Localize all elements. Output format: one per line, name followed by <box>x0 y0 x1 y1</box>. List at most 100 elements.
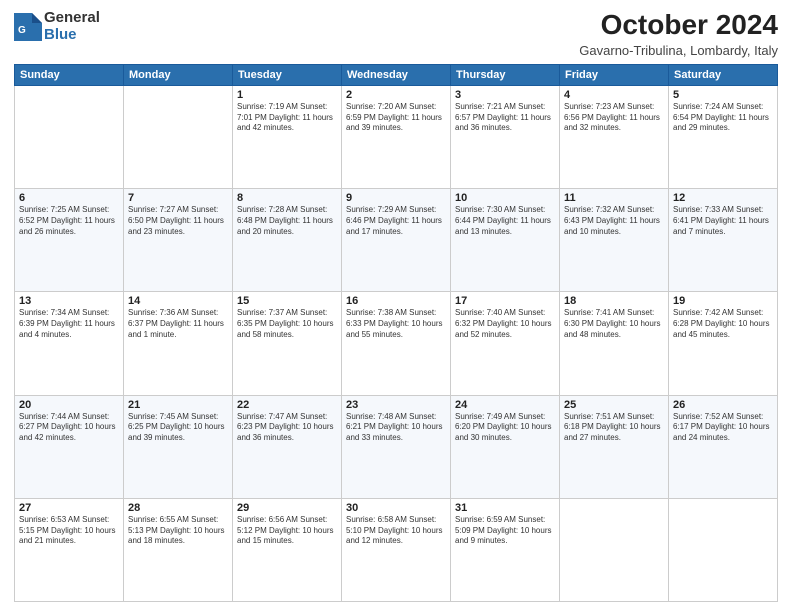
calendar-table: Sunday Monday Tuesday Wednesday Thursday… <box>14 64 778 602</box>
day-number: 3 <box>455 89 555 101</box>
table-cell: 27Sunrise: 6:53 AM Sunset: 5:15 PM Dayli… <box>15 498 124 601</box>
logo: G General Blue <box>14 10 100 43</box>
day-number: 22 <box>237 399 337 411</box>
day-number: 20 <box>19 399 119 411</box>
day-info: Sunrise: 7:32 AM Sunset: 6:43 PM Dayligh… <box>564 205 664 237</box>
day-info: Sunrise: 7:24 AM Sunset: 6:54 PM Dayligh… <box>673 102 773 134</box>
day-number: 27 <box>19 502 119 514</box>
day-number: 4 <box>564 89 664 101</box>
table-cell: 2Sunrise: 7:20 AM Sunset: 6:59 PM Daylig… <box>342 85 451 188</box>
table-cell: 25Sunrise: 7:51 AM Sunset: 6:18 PM Dayli… <box>560 395 669 498</box>
day-info: Sunrise: 6:56 AM Sunset: 5:12 PM Dayligh… <box>237 515 337 547</box>
day-info: Sunrise: 7:40 AM Sunset: 6:32 PM Dayligh… <box>455 308 555 340</box>
day-number: 24 <box>455 399 555 411</box>
day-info: Sunrise: 7:33 AM Sunset: 6:41 PM Dayligh… <box>673 205 773 237</box>
day-info: Sunrise: 7:19 AM Sunset: 7:01 PM Dayligh… <box>237 102 337 134</box>
day-info: Sunrise: 7:28 AM Sunset: 6:48 PM Dayligh… <box>237 205 337 237</box>
table-cell: 28Sunrise: 6:55 AM Sunset: 5:13 PM Dayli… <box>124 498 233 601</box>
day-info: Sunrise: 7:44 AM Sunset: 6:27 PM Dayligh… <box>19 412 119 444</box>
day-info: Sunrise: 6:59 AM Sunset: 5:09 PM Dayligh… <box>455 515 555 547</box>
day-number: 13 <box>19 295 119 307</box>
day-number: 1 <box>237 89 337 101</box>
table-cell: 15Sunrise: 7:37 AM Sunset: 6:35 PM Dayli… <box>233 292 342 395</box>
table-cell: 24Sunrise: 7:49 AM Sunset: 6:20 PM Dayli… <box>451 395 560 498</box>
table-cell: 21Sunrise: 7:45 AM Sunset: 6:25 PM Dayli… <box>124 395 233 498</box>
day-number: 17 <box>455 295 555 307</box>
header-saturday: Saturday <box>669 64 778 85</box>
table-cell: 26Sunrise: 7:52 AM Sunset: 6:17 PM Dayli… <box>669 395 778 498</box>
day-number: 16 <box>346 295 446 307</box>
day-info: Sunrise: 7:20 AM Sunset: 6:59 PM Dayligh… <box>346 102 446 134</box>
header-monday: Monday <box>124 64 233 85</box>
header: G General Blue October 2024 Gavarno-Trib… <box>14 10 778 58</box>
day-info: Sunrise: 7:36 AM Sunset: 6:37 PM Dayligh… <box>128 308 228 340</box>
day-number: 25 <box>564 399 664 411</box>
day-number: 11 <box>564 192 664 204</box>
day-info: Sunrise: 7:25 AM Sunset: 6:52 PM Dayligh… <box>19 205 119 237</box>
header-thursday: Thursday <box>451 64 560 85</box>
title-block: October 2024 Gavarno-Tribulina, Lombardy… <box>579 10 778 58</box>
day-info: Sunrise: 7:48 AM Sunset: 6:21 PM Dayligh… <box>346 412 446 444</box>
day-number: 12 <box>673 192 773 204</box>
day-number: 10 <box>455 192 555 204</box>
day-number: 2 <box>346 89 446 101</box>
day-info: Sunrise: 7:30 AM Sunset: 6:44 PM Dayligh… <box>455 205 555 237</box>
day-info: Sunrise: 6:55 AM Sunset: 5:13 PM Dayligh… <box>128 515 228 547</box>
day-number: 14 <box>128 295 228 307</box>
table-cell: 3Sunrise: 7:21 AM Sunset: 6:57 PM Daylig… <box>451 85 560 188</box>
day-number: 18 <box>564 295 664 307</box>
day-info: Sunrise: 7:41 AM Sunset: 6:30 PM Dayligh… <box>564 308 664 340</box>
header-friday: Friday <box>560 64 669 85</box>
day-number: 9 <box>346 192 446 204</box>
week-row-4: 27Sunrise: 6:53 AM Sunset: 5:15 PM Dayli… <box>15 498 778 601</box>
table-cell: 16Sunrise: 7:38 AM Sunset: 6:33 PM Dayli… <box>342 292 451 395</box>
day-number: 21 <box>128 399 228 411</box>
table-cell: 17Sunrise: 7:40 AM Sunset: 6:32 PM Dayli… <box>451 292 560 395</box>
logo-icon: G <box>14 13 42 41</box>
day-info: Sunrise: 7:27 AM Sunset: 6:50 PM Dayligh… <box>128 205 228 237</box>
table-cell: 14Sunrise: 7:36 AM Sunset: 6:37 PM Dayli… <box>124 292 233 395</box>
table-cell: 7Sunrise: 7:27 AM Sunset: 6:50 PM Daylig… <box>124 189 233 292</box>
table-cell: 13Sunrise: 7:34 AM Sunset: 6:39 PM Dayli… <box>15 292 124 395</box>
table-cell: 10Sunrise: 7:30 AM Sunset: 6:44 PM Dayli… <box>451 189 560 292</box>
table-cell: 29Sunrise: 6:56 AM Sunset: 5:12 PM Dayli… <box>233 498 342 601</box>
table-cell: 11Sunrise: 7:32 AM Sunset: 6:43 PM Dayli… <box>560 189 669 292</box>
day-number: 30 <box>346 502 446 514</box>
day-info: Sunrise: 7:34 AM Sunset: 6:39 PM Dayligh… <box>19 308 119 340</box>
table-cell: 23Sunrise: 7:48 AM Sunset: 6:21 PM Dayli… <box>342 395 451 498</box>
day-number: 7 <box>128 192 228 204</box>
table-cell: 4Sunrise: 7:23 AM Sunset: 6:56 PM Daylig… <box>560 85 669 188</box>
table-cell: 19Sunrise: 7:42 AM Sunset: 6:28 PM Dayli… <box>669 292 778 395</box>
day-info: Sunrise: 7:51 AM Sunset: 6:18 PM Dayligh… <box>564 412 664 444</box>
weekday-header-row: Sunday Monday Tuesday Wednesday Thursday… <box>15 64 778 85</box>
week-row-3: 20Sunrise: 7:44 AM Sunset: 6:27 PM Dayli… <box>15 395 778 498</box>
day-number: 19 <box>673 295 773 307</box>
table-cell <box>15 85 124 188</box>
day-number: 28 <box>128 502 228 514</box>
week-row-2: 13Sunrise: 7:34 AM Sunset: 6:39 PM Dayli… <box>15 292 778 395</box>
day-info: Sunrise: 6:53 AM Sunset: 5:15 PM Dayligh… <box>19 515 119 547</box>
day-number: 31 <box>455 502 555 514</box>
day-number: 6 <box>19 192 119 204</box>
table-cell <box>560 498 669 601</box>
day-info: Sunrise: 7:49 AM Sunset: 6:20 PM Dayligh… <box>455 412 555 444</box>
location-title: Gavarno-Tribulina, Lombardy, Italy <box>579 43 778 58</box>
table-cell: 5Sunrise: 7:24 AM Sunset: 6:54 PM Daylig… <box>669 85 778 188</box>
month-title: October 2024 <box>579 10 778 41</box>
table-cell: 12Sunrise: 7:33 AM Sunset: 6:41 PM Dayli… <box>669 189 778 292</box>
table-cell: 31Sunrise: 6:59 AM Sunset: 5:09 PM Dayli… <box>451 498 560 601</box>
day-info: Sunrise: 7:21 AM Sunset: 6:57 PM Dayligh… <box>455 102 555 134</box>
table-cell: 9Sunrise: 7:29 AM Sunset: 6:46 PM Daylig… <box>342 189 451 292</box>
day-info: Sunrise: 7:52 AM Sunset: 6:17 PM Dayligh… <box>673 412 773 444</box>
day-info: Sunrise: 7:29 AM Sunset: 6:46 PM Dayligh… <box>346 205 446 237</box>
day-info: Sunrise: 7:37 AM Sunset: 6:35 PM Dayligh… <box>237 308 337 340</box>
week-row-1: 6Sunrise: 7:25 AM Sunset: 6:52 PM Daylig… <box>15 189 778 292</box>
day-info: Sunrise: 6:58 AM Sunset: 5:10 PM Dayligh… <box>346 515 446 547</box>
header-wednesday: Wednesday <box>342 64 451 85</box>
day-number: 23 <box>346 399 446 411</box>
day-number: 15 <box>237 295 337 307</box>
week-row-0: 1Sunrise: 7:19 AM Sunset: 7:01 PM Daylig… <box>15 85 778 188</box>
logo-blue-text: Blue <box>44 27 100 44</box>
day-info: Sunrise: 7:45 AM Sunset: 6:25 PM Dayligh… <box>128 412 228 444</box>
table-cell: 20Sunrise: 7:44 AM Sunset: 6:27 PM Dayli… <box>15 395 124 498</box>
